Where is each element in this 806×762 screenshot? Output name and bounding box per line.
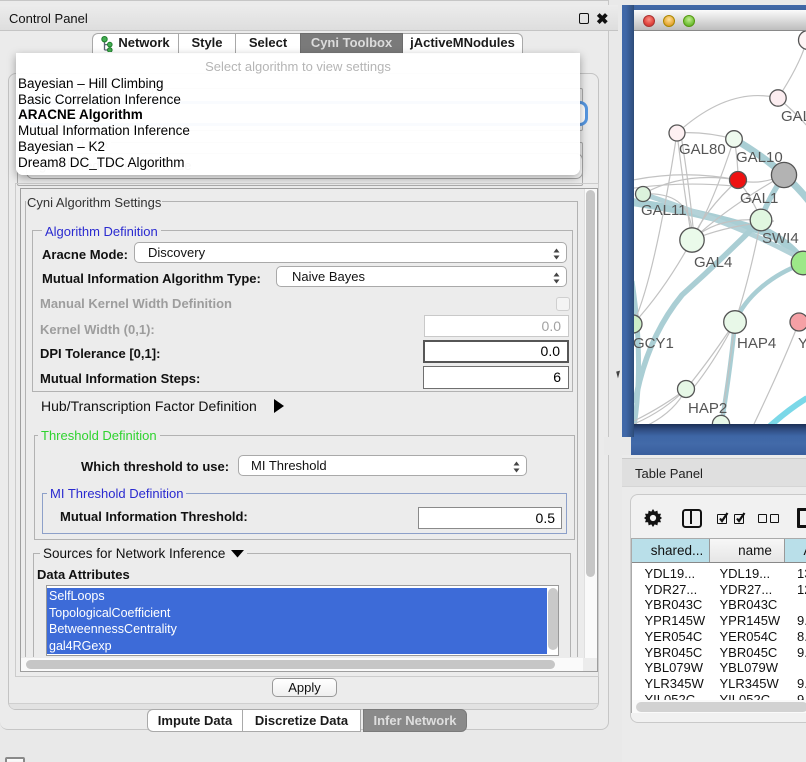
svg-text:HAP4: HAP4 (737, 335, 776, 352)
svg-text:GAL11: GAL11 (641, 202, 687, 219)
svg-text:GCY1: GCY1 (634, 335, 674, 352)
svg-text:HAP2: HAP2 (688, 400, 727, 417)
svg-text:GAL80: GAL80 (679, 141, 726, 158)
svg-text:GAL10: GAL10 (736, 149, 783, 166)
svg-text:SWI4: SWI4 (762, 230, 799, 247)
svg-text:GAL: GAL (781, 108, 806, 125)
svg-text:GAL4: GAL4 (694, 254, 732, 271)
svg-text:Y: Y (798, 335, 806, 352)
svg-text:GAL1: GAL1 (740, 190, 778, 207)
